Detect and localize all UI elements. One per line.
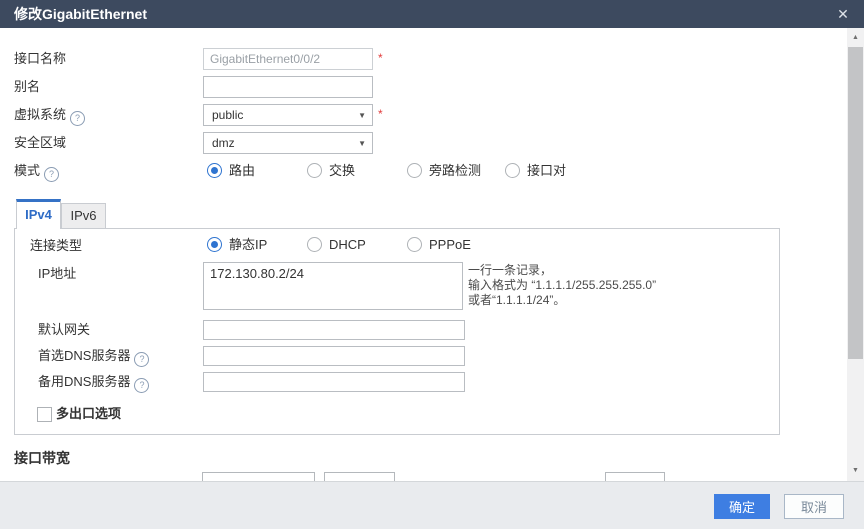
alternate-dns-input[interactable] [203,372,465,392]
alias-label: 别名 [14,76,40,98]
radio-icon [307,163,322,178]
edit-interface-dialog: 修改GigabitEthernet ✕ 接口名称 * 别名 虚拟系统? publ… [0,0,864,529]
dialog-footer: 确定 取消 [0,481,864,529]
mode-label: 模式? [14,160,59,182]
virtual-system-help-icon[interactable]: ? [70,111,85,126]
radio-selected-icon [207,237,222,252]
mode-radio-route[interactable]: 路由 [207,163,255,179]
connection-radio-pppoe[interactable]: PPPoE [407,237,471,253]
security-zone-value: dmz [212,136,235,150]
dialog-titlebar: 修改GigabitEthernet ✕ [0,0,864,28]
interface-name-input [203,48,373,70]
connection-radio-dhcp[interactable]: DHCP [307,237,366,253]
mode-help-icon[interactable]: ? [44,167,59,182]
preferred-dns-label: 首选DNS服务器? [38,346,149,366]
required-marker: * [378,51,386,65]
alternate-dns-help-icon[interactable]: ? [134,378,149,393]
security-zone-label: 安全区域 [14,132,66,154]
radio-icon [407,163,422,178]
tab-ipv4[interactable]: IPv4 [16,199,61,229]
default-gateway-label: 默认网关 [38,320,90,340]
scrollbar-thumb[interactable] [848,47,863,359]
security-zone-select[interactable]: dmz ▼ [203,132,373,154]
virtual-system-value: public [212,108,243,122]
vertical-scrollbar[interactable]: ▲ ▼ [847,28,864,481]
alias-input[interactable] [203,76,373,98]
scroll-up-icon[interactable]: ▲ [847,31,864,45]
connection-type-label: 连接类型 [30,235,82,257]
chevron-down-icon: ▼ [358,106,366,126]
interface-name-label: 接口名称 [14,48,66,70]
required-marker: * [378,107,386,121]
cancel-button[interactable]: 取消 [784,494,844,519]
connection-radio-static-ip[interactable]: 静态IP [207,237,267,253]
bandwidth-section-title: 接口带宽 [14,448,70,468]
radio-icon [307,237,322,252]
preferred-dns-input[interactable] [203,346,465,366]
ok-button[interactable]: 确定 [714,494,770,519]
alternate-dns-label: 备用DNS服务器? [38,372,149,392]
mode-radio-bypass-detect[interactable]: 旁路检测 [407,163,481,179]
virtual-system-select[interactable]: public ▼ [203,104,373,126]
virtual-system-label: 虚拟系统? [14,104,85,126]
radio-icon [505,163,520,178]
mode-radio-interface-pair[interactable]: 接口对 [505,163,566,179]
default-gateway-input[interactable] [203,320,465,340]
multi-exit-checkbox[interactable] [37,407,52,422]
scroll-down-icon[interactable]: ▼ [847,464,864,478]
close-icon[interactable]: ✕ [832,0,854,28]
ip-address-label: IP地址 [38,263,76,285]
radio-icon [407,237,422,252]
ip-address-textarea[interactable]: 172.130.80.2/24 [203,262,463,310]
multi-exit-label: 多出口选项 [56,405,121,423]
preferred-dns-help-icon[interactable]: ? [134,352,149,367]
tab-ipv6[interactable]: IPv6 [61,203,106,228]
radio-selected-icon [207,163,222,178]
dialog-title: 修改GigabitEthernet [14,0,147,28]
ip-address-hint: 一行一条记录， 输入格式为 “1.1.1.1/255.255.255.0” 或者… [468,263,728,308]
chevron-down-icon: ▼ [358,134,366,154]
mode-radio-switch[interactable]: 交换 [307,163,355,179]
